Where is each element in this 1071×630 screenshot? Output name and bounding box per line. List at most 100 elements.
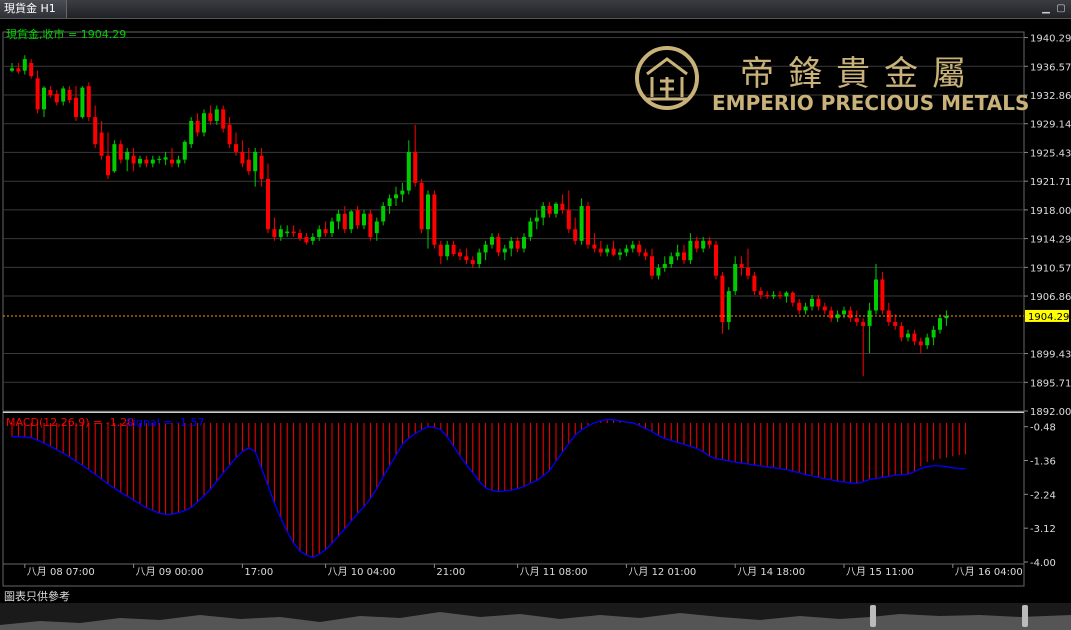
candle-body [157, 158, 162, 160]
window-titlebar: 現貨金 H1 ▁ ▢ [0, 0, 1071, 19]
price-tick-label: 1940.29 [1030, 33, 1071, 44]
price-tick-label: 1892.00 [1030, 407, 1071, 418]
chart-tab[interactable]: 現貨金 H1 [0, 0, 67, 18]
candle-body [573, 229, 578, 241]
macd-tick-label: -0.48 [1030, 423, 1056, 434]
candle-body [182, 141, 187, 160]
candle-body [458, 252, 462, 257]
candle-body [522, 236, 526, 249]
chart-area: 1940.29 1936.57 1932.86 1929.14 1925.43 1921.… [2, 27, 1071, 587]
candle-body [234, 144, 238, 152]
candle-body [899, 325, 904, 338]
candle-body [515, 240, 520, 249]
candle-body [630, 244, 635, 249]
candle-body [266, 178, 270, 230]
candle-body [74, 97, 78, 118]
price-tick-label: 1918.00 [1030, 206, 1071, 217]
candle-body [618, 252, 622, 255]
candle-body [99, 132, 104, 156]
candle-body [714, 244, 718, 276]
candle-body [323, 229, 328, 234]
candle-body [643, 252, 648, 257]
price-tick-label: 1899.43 [1030, 350, 1071, 361]
candle-body [854, 318, 859, 323]
candle-body [285, 231, 290, 234]
candle-body [592, 244, 597, 249]
candle-body [259, 155, 264, 179]
candle-body [138, 158, 142, 164]
candle-body [42, 87, 46, 110]
candle-body [227, 124, 232, 145]
candle-body [272, 229, 277, 237]
candle-body [131, 155, 136, 164]
candle-body [61, 88, 66, 102]
candle-body [739, 264, 744, 268]
candle-body [118, 144, 123, 160]
candle-body [246, 159, 251, 172]
candle-body [797, 302, 802, 311]
time-tick-label: 八月 08 07:00 [27, 566, 95, 578]
candle-body [893, 322, 898, 326]
candle-body [170, 159, 174, 164]
candle-body [746, 267, 750, 276]
candle-body [848, 310, 853, 319]
candle-body [867, 310, 872, 326]
candle-body [771, 294, 776, 297]
candle-body [202, 113, 206, 133]
candle-body [362, 213, 366, 226]
candle-body [598, 248, 603, 253]
candle-body [938, 318, 942, 330]
footer-disclaimer: 圖表只供參考 [4, 590, 70, 603]
navigator-right-handle[interactable] [1022, 605, 1028, 627]
candle-body [438, 244, 443, 257]
signal-title: Signal = -1.57 [126, 416, 204, 429]
maximize-icon[interactable]: ▢ [1055, 3, 1067, 15]
price-tick-label: 1936.57 [1030, 62, 1071, 73]
candle-body [208, 113, 213, 121]
price-tick-label: 1895.71 [1030, 378, 1071, 389]
candle-body [490, 236, 494, 245]
candle-body [803, 306, 808, 311]
candle-body [554, 203, 558, 214]
candle-body [707, 240, 712, 245]
candle-body [253, 151, 258, 172]
candle-body [464, 256, 469, 261]
navigator-scrollbar[interactable] [0, 603, 1071, 630]
price-title: 現貨金,收市 = 1904.29 [6, 27, 126, 41]
candle-body [906, 333, 910, 338]
candle-body [240, 151, 245, 164]
time-tick-label: 八月 11 08:00 [520, 566, 588, 578]
candle-body [10, 68, 14, 71]
candle-body [86, 86, 91, 118]
candle-body [726, 291, 731, 323]
candle-body [758, 291, 763, 295]
time-tick-label: 八月 16 04:00 [955, 566, 1023, 578]
logo-chinese-name: 帝鋒貴金屬 [740, 54, 980, 94]
candle-body [144, 159, 149, 164]
candle-body [720, 275, 725, 323]
candle-body [426, 194, 430, 230]
candle-body [419, 182, 424, 230]
candle-body [778, 294, 782, 297]
candle-body [451, 244, 456, 254]
candle-body [701, 240, 706, 249]
candle-body [733, 264, 738, 292]
candle-body [163, 157, 168, 160]
price-tick-label: 1910.57 [1030, 263, 1071, 274]
candle-body [784, 292, 789, 297]
candle-body [470, 260, 475, 265]
candle-body [829, 310, 834, 319]
minimize-icon[interactable]: ▁ [1040, 3, 1052, 15]
candle-body [790, 292, 795, 303]
candle-body [816, 298, 821, 307]
macd-title: MACD(12,26,9) = -1.20 [6, 416, 134, 429]
time-tick-label: 八月 10 04:00 [328, 566, 396, 578]
candle-body [874, 279, 878, 311]
candle-body [29, 62, 34, 77]
candle-body [822, 306, 827, 311]
candle-body [112, 144, 117, 172]
candle-body [534, 217, 539, 222]
candle-body [656, 267, 661, 276]
candle-body [67, 90, 72, 101]
navigator-left-handle[interactable] [870, 605, 876, 627]
